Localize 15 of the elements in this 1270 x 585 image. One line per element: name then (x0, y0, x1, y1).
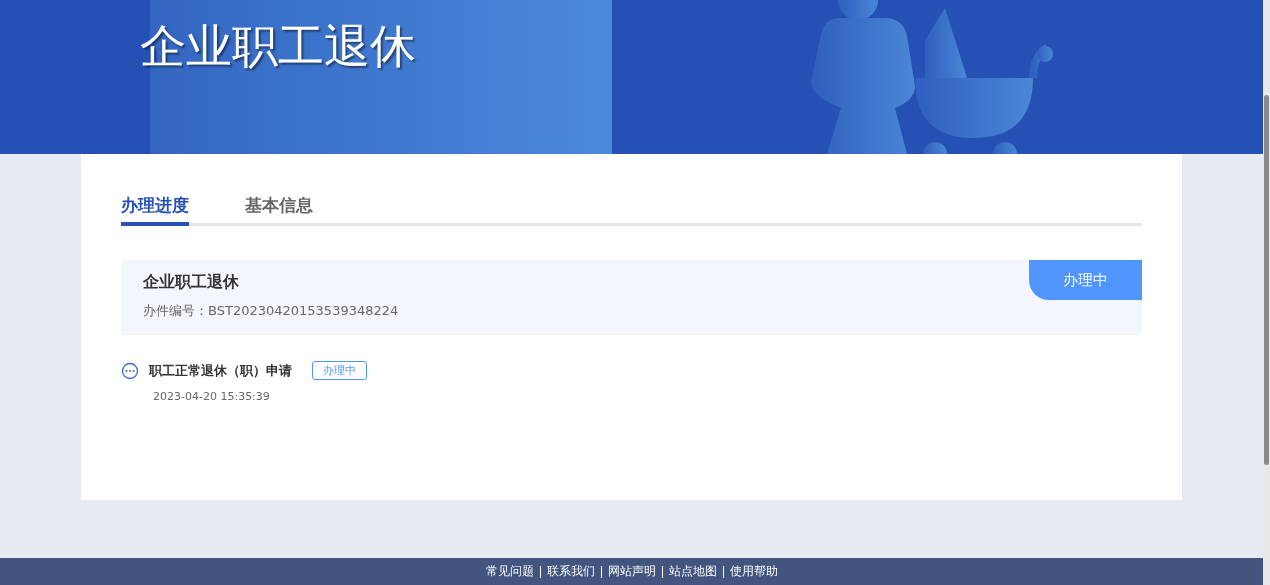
tab[interactable]: 基本信息 (245, 192, 313, 226)
case-title: 企业职工退休 (143, 272, 239, 293)
page-title: 企业职工退休 (139, 18, 416, 75)
step-time: 2023-04-20 15:35:39 (153, 390, 271, 403)
status-badge: 办理中 (1029, 260, 1142, 300)
footer-link[interactable]: 使用帮助 (729, 563, 778, 580)
more-icon (121, 361, 139, 380)
footer-link[interactable]: 常见问题 (485, 563, 534, 580)
footer-link[interactable]: 网站声明 (607, 563, 656, 580)
step-title: 职工正常退休（职）申请 (149, 361, 292, 380)
case-number: 办件编号：BST20230420153539348224 (143, 302, 400, 320)
footer-link[interactable]: 联系我们 (546, 563, 595, 580)
status-tag: 办理中 (312, 361, 367, 380)
footer-link[interactable]: 站点地图 (668, 563, 717, 580)
tab[interactable]: 办理进度 (121, 192, 189, 226)
